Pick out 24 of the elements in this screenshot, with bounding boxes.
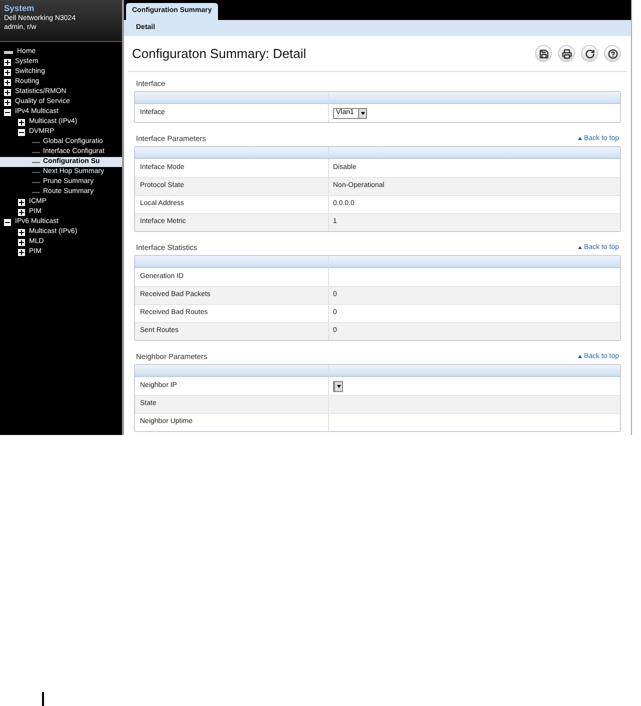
caret-icon xyxy=(358,108,366,118)
plus-icon[interactable] xyxy=(18,118,25,126)
minus-icon[interactable] xyxy=(4,108,11,116)
interface-select[interactable] xyxy=(333,380,343,392)
plus-icon[interactable] xyxy=(4,78,11,86)
plus-icon[interactable] xyxy=(4,68,11,76)
sidebar-title: System xyxy=(4,3,36,14)
plus-icon[interactable] xyxy=(18,208,25,216)
page-title: Configuraton Summary: Detail xyxy=(131,44,306,63)
plus-icon[interactable] xyxy=(4,88,11,96)
minus-icon[interactable] xyxy=(18,128,25,136)
minus-icon[interactable] xyxy=(4,218,11,226)
save-icon[interactable] xyxy=(535,45,552,62)
refresh-icon[interactable] xyxy=(581,45,598,62)
plus-icon[interactable] xyxy=(18,228,25,236)
print-icon[interactable] xyxy=(558,45,575,62)
caret-icon xyxy=(334,382,342,390)
plus-icon[interactable] xyxy=(4,98,11,106)
plus-icon[interactable] xyxy=(18,198,25,206)
plus-icon[interactable] xyxy=(18,238,25,246)
dash-icon xyxy=(4,50,13,54)
help-icon[interactable] xyxy=(604,45,621,62)
plus-icon[interactable] xyxy=(4,58,11,66)
plus-icon[interactable] xyxy=(18,248,25,256)
